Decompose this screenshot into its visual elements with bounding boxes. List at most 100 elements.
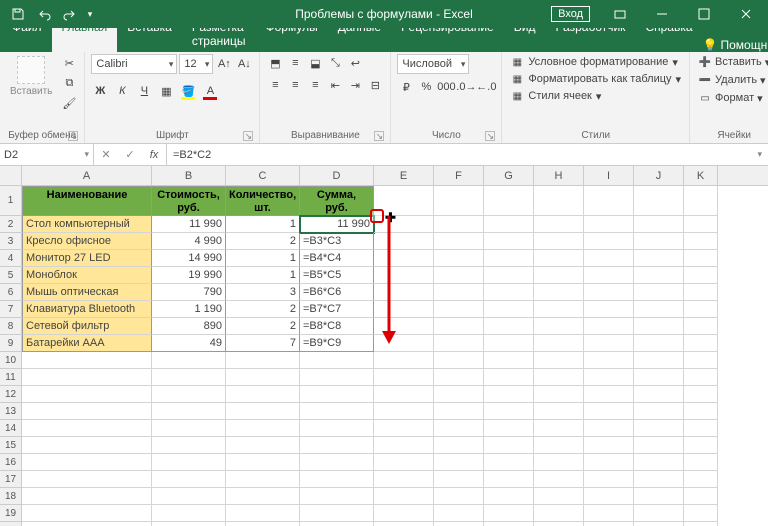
cell-13-I[interactable]: [584, 403, 634, 420]
select-all-corner[interactable]: [0, 166, 22, 186]
cell-9-E[interactable]: [374, 335, 434, 352]
cell-13-B[interactable]: [152, 403, 226, 420]
cell-11-G[interactable]: [484, 369, 534, 386]
col-header-K[interactable]: K: [684, 166, 718, 185]
cell-20-H[interactable]: [534, 522, 584, 526]
cell-4-F[interactable]: [434, 250, 484, 267]
cell-12-C[interactable]: [226, 386, 300, 403]
number-format-select[interactable]: Числовой: [397, 54, 469, 74]
row-header-8[interactable]: 8: [0, 318, 21, 335]
cell-19-K[interactable]: [684, 505, 718, 522]
cell-7-D[interactable]: =B7*C7: [300, 301, 374, 318]
cell-20-A[interactable]: [22, 522, 152, 526]
worksheet-grid[interactable]: ABCDEFGHIJK 1234567891011121314151617181…: [0, 166, 768, 526]
cell-16-D[interactable]: [300, 454, 374, 471]
cell-11-C[interactable]: [226, 369, 300, 386]
shrink-font-icon[interactable]: A↓: [235, 55, 253, 73]
cell-2-D[interactable]: 11 990: [300, 216, 374, 233]
cell-10-F[interactable]: [434, 352, 484, 369]
cell-5-E[interactable]: [374, 267, 434, 284]
cell-14-D[interactable]: [300, 420, 374, 437]
cell-17-F[interactable]: [434, 471, 484, 488]
cell-19-G[interactable]: [484, 505, 534, 522]
row-header-4[interactable]: 4: [0, 250, 21, 267]
row-header-12[interactable]: 12: [0, 386, 21, 403]
col-header-A[interactable]: A: [22, 166, 152, 185]
wrap-text-icon[interactable]: ↩: [346, 54, 364, 72]
cell-19-A[interactable]: [22, 505, 152, 522]
cell-15-E[interactable]: [374, 437, 434, 454]
cell-16-G[interactable]: [484, 454, 534, 471]
font-size-select[interactable]: 12: [179, 54, 213, 74]
cell-9-J[interactable]: [634, 335, 684, 352]
cell-6-B[interactable]: 790: [152, 284, 226, 301]
cell-11-K[interactable]: [684, 369, 718, 386]
cell-16-E[interactable]: [374, 454, 434, 471]
row-header-18[interactable]: 18: [0, 488, 21, 505]
cell-12-B[interactable]: [152, 386, 226, 403]
cell-12-G[interactable]: [484, 386, 534, 403]
cell-8-K[interactable]: [684, 318, 718, 335]
ribbon-display-icon[interactable]: [600, 0, 640, 28]
cell-3-E[interactable]: [374, 233, 434, 250]
cell-20-G[interactable]: [484, 522, 534, 526]
delete-cells-button[interactable]: ➖Удалить▾: [696, 72, 768, 88]
cell-10-B[interactable]: [152, 352, 226, 369]
cell-14-H[interactable]: [534, 420, 584, 437]
col-header-C[interactable]: C: [226, 166, 300, 185]
cell-2-E[interactable]: [374, 216, 434, 233]
cell-9-G[interactable]: [484, 335, 534, 352]
cell-19-C[interactable]: [226, 505, 300, 522]
font-name-select[interactable]: Calibri: [91, 54, 177, 74]
cell-19-F[interactable]: [434, 505, 484, 522]
cell-16-I[interactable]: [584, 454, 634, 471]
cell-13-D[interactable]: [300, 403, 374, 420]
cell-20-D[interactable]: [300, 522, 374, 526]
cell-11-I[interactable]: [584, 369, 634, 386]
cell-7-G[interactable]: [484, 301, 534, 318]
cell-12-F[interactable]: [434, 386, 484, 403]
borders-icon[interactable]: ▦: [157, 82, 175, 100]
cell-10-K[interactable]: [684, 352, 718, 369]
cell-15-A[interactable]: [22, 437, 152, 454]
header-sum[interactable]: Сумма,руб.: [300, 186, 374, 216]
cell-5-B[interactable]: 19 990: [152, 267, 226, 284]
cell-18-B[interactable]: [152, 488, 226, 505]
header-qty[interactable]: Количество,шт.: [226, 186, 300, 216]
cell-15-C[interactable]: [226, 437, 300, 454]
cell-16-H[interactable]: [534, 454, 584, 471]
cell-14-F[interactable]: [434, 420, 484, 437]
cell-13-J[interactable]: [634, 403, 684, 420]
row-header-16[interactable]: 16: [0, 454, 21, 471]
cell-6-H[interactable]: [534, 284, 584, 301]
copy-icon[interactable]: ⧉: [60, 74, 78, 92]
cell-8-I[interactable]: [584, 318, 634, 335]
cell-5-G[interactable]: [484, 267, 534, 284]
align-middle-icon[interactable]: ≡: [286, 54, 304, 72]
cell-13-G[interactable]: [484, 403, 534, 420]
increase-indent-icon[interactable]: ⇥: [346, 76, 364, 94]
cell-3-C[interactable]: 2: [226, 233, 300, 250]
cut-icon[interactable]: ✂: [60, 54, 78, 72]
cell-18-C[interactable]: [226, 488, 300, 505]
cell-3-J[interactable]: [634, 233, 684, 250]
enter-fx-icon[interactable]: ✓: [118, 148, 142, 161]
cell-1-H[interactable]: [534, 186, 584, 216]
cell-7-E[interactable]: [374, 301, 434, 318]
cell-16-J[interactable]: [634, 454, 684, 471]
cell-5-K[interactable]: [684, 267, 718, 284]
cell-9-K[interactable]: [684, 335, 718, 352]
cell-19-I[interactable]: [584, 505, 634, 522]
cell-7-K[interactable]: [684, 301, 718, 318]
cell-9-B[interactable]: 49: [152, 335, 226, 352]
header-cost[interactable]: Стоимость,руб.: [152, 186, 226, 216]
cell-10-H[interactable]: [534, 352, 584, 369]
cell-18-D[interactable]: [300, 488, 374, 505]
cell-11-H[interactable]: [534, 369, 584, 386]
cell-20-C[interactable]: [226, 522, 300, 526]
cell-18-E[interactable]: [374, 488, 434, 505]
cell-2-K[interactable]: [684, 216, 718, 233]
cell-18-K[interactable]: [684, 488, 718, 505]
cell-2-I[interactable]: [584, 216, 634, 233]
close-icon[interactable]: [726, 0, 766, 28]
